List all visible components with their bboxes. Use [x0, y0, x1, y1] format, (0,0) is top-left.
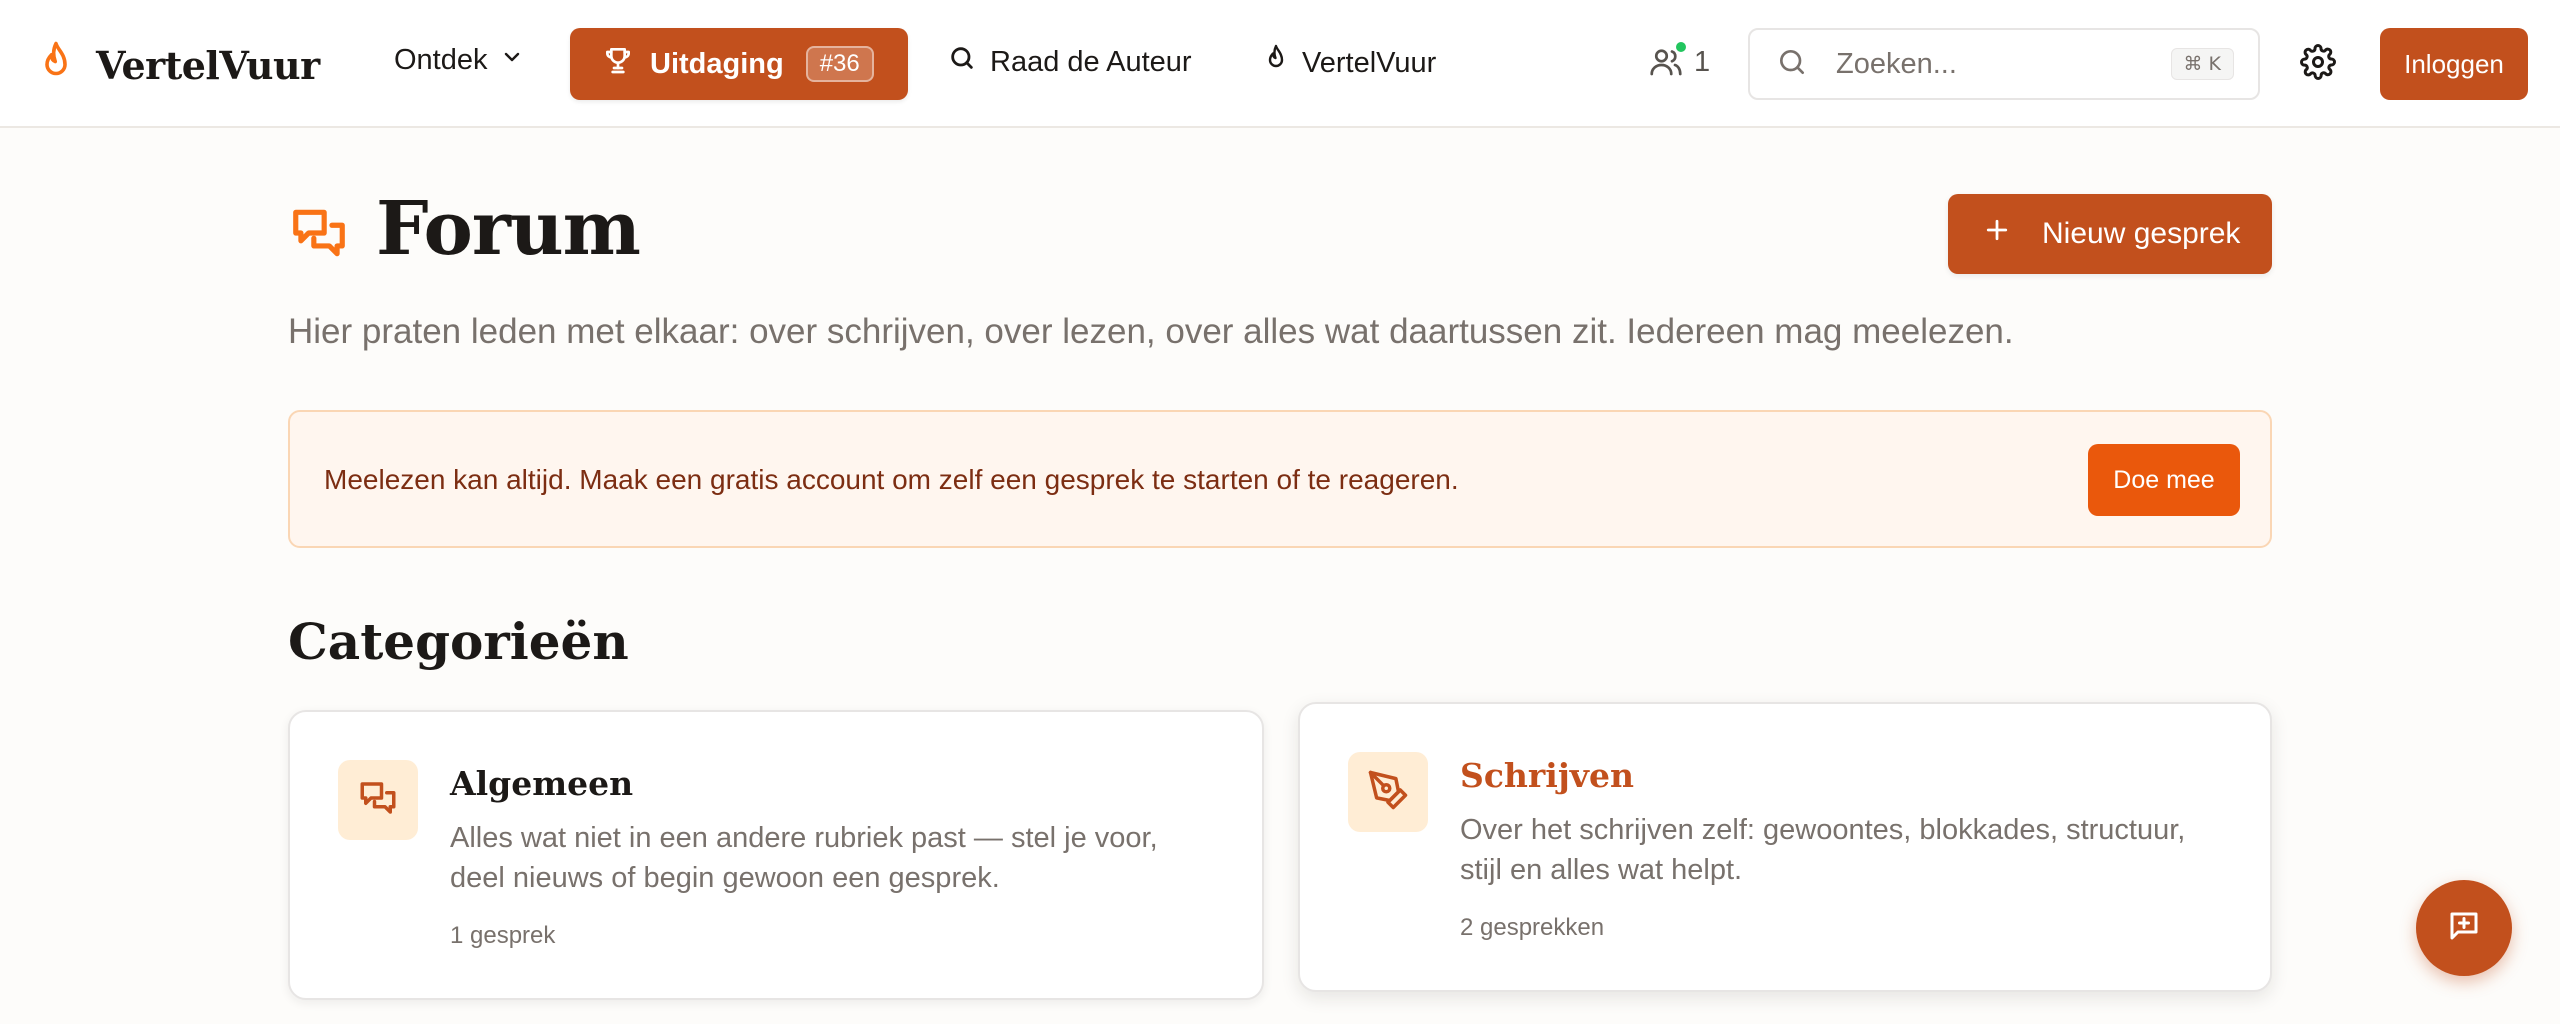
category-description: Over het schrijven zelf: gewoontes, blok…	[1460, 814, 2186, 886]
category-card-schrijven[interactable]: Schrijven Over het schrijven zelf: gewoo…	[1298, 702, 2272, 992]
page-subtitle: Hier praten leden met elkaar: over schri…	[288, 312, 2014, 351]
new-conversation-button[interactable]: Nieuw gesprek	[1948, 194, 2272, 274]
online-count: 1	[1694, 45, 1711, 78]
page-title: Forum	[376, 186, 641, 272]
search-shortcut-hint: ⌘ K	[2170, 48, 2234, 80]
chat-bubbles-icon	[357, 777, 399, 824]
join-notice-banner: Meelezen kan altijd. Maak een gratis acc…	[288, 410, 2272, 548]
top-navbar: VertelVuur Ontdek Uitdaging #36 Raad de …	[0, 0, 2560, 128]
online-status-dot	[1674, 40, 1688, 54]
challenge-number-badge: #36	[805, 46, 874, 82]
new-conversation-label: Nieuw gesprek	[2042, 217, 2241, 250]
logo-text: VertelVuur	[96, 43, 320, 88]
nav-guess-author[interactable]: Raad de Auteur	[948, 44, 1192, 80]
notice-text: Meelezen kan altijd. Maak een gratis acc…	[324, 464, 1459, 495]
logo-link[interactable]: VertelVuur	[38, 40, 320, 91]
settings-button[interactable]	[2300, 44, 2336, 85]
plus-icon	[1982, 215, 2012, 253]
search-icon	[1776, 46, 1808, 83]
category-title: Algemeen	[450, 764, 634, 803]
search-input[interactable]	[1836, 47, 2166, 81]
pen-nib-icon	[1367, 769, 1409, 816]
nav-ontdek-dropdown[interactable]: Ontdek	[394, 44, 524, 77]
login-button[interactable]: Inloggen	[2380, 28, 2528, 100]
category-description: Alles wat niet in een andere rubriek pas…	[450, 822, 1158, 894]
trophy-icon	[602, 44, 634, 84]
challenge-label: Uitdaging	[650, 47, 784, 80]
categories-heading: Categorieën	[288, 612, 629, 671]
search-box[interactable]: ⌘ K	[1748, 28, 2260, 100]
challenge-button[interactable]: Uitdaging #36	[570, 28, 908, 100]
floating-new-message-button[interactable]	[2416, 880, 2512, 976]
category-card-algemeen[interactable]: Algemeen Alles wat niet in een andere ru…	[288, 710, 1264, 1000]
nav-vertelvuur-label: VertelVuur	[1302, 46, 1437, 79]
nav-guess-author-label: Raad de Auteur	[990, 45, 1192, 78]
category-title: Schrijven	[1460, 756, 1634, 795]
gear-icon	[2300, 44, 2336, 84]
join-button[interactable]: Doe mee	[2088, 444, 2240, 516]
category-conversation-count: 2 gesprekken	[1460, 914, 1605, 941]
flame-icon	[1264, 44, 1288, 82]
online-users-indicator[interactable]: 1	[1648, 40, 1711, 80]
search-icon	[948, 44, 976, 80]
chat-bubbles-icon	[288, 202, 350, 269]
category-icon-box	[338, 760, 418, 840]
chevron-down-icon	[500, 44, 524, 77]
nav-ontdek-label: Ontdek	[394, 44, 488, 76]
flame-icon	[38, 40, 74, 91]
message-plus-icon	[2446, 908, 2482, 949]
nav-vertelvuur[interactable]: VertelVuur	[1264, 44, 1436, 82]
users-icon	[1648, 49, 1684, 87]
category-icon-box	[1348, 752, 1428, 832]
category-conversation-count: 1 gesprek	[450, 922, 556, 949]
